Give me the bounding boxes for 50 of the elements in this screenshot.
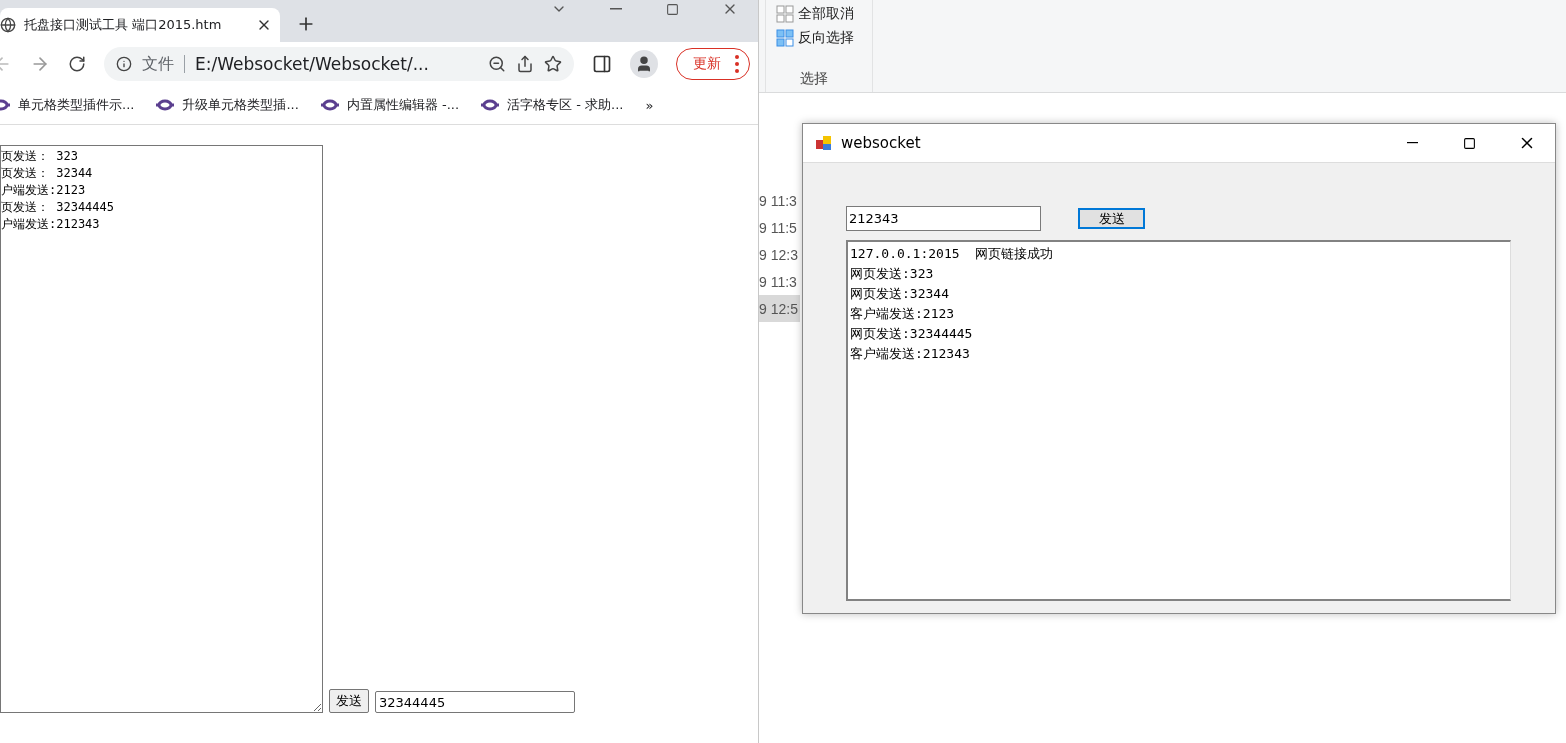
- maximize-icon: [1463, 136, 1476, 150]
- log-textarea[interactable]: 页发送： 323 页发送： 32344 户端发送:2123 页发送： 32344445 户端发送:212343: [0, 145, 323, 713]
- reload-button[interactable]: [68, 55, 86, 73]
- url-text: E:/Websocket/Websocket/...: [195, 54, 430, 74]
- browser-tab[interactable]: 托盘接口测试工具 端口2015.htm: [0, 8, 280, 42]
- window-title: websocket: [841, 134, 921, 152]
- bookmarks-overflow-button[interactable]: »: [645, 97, 654, 113]
- ribbon-group-label: 选择: [799, 70, 829, 88]
- address-bar[interactable]: 文件 E:/Websocket/Websocket/...: [104, 47, 574, 81]
- ribbon-command[interactable]: 全部取消: [776, 2, 872, 26]
- log-line: 网页发送:323: [850, 265, 935, 283]
- side-panel-button[interactable]: [592, 54, 612, 74]
- bookmark-item[interactable]: 内置属性编辑器 -...: [320, 96, 460, 114]
- log-line: 客户端发送:2123: [850, 305, 956, 323]
- log-line: 客户端发送:212343: [850, 345, 971, 363]
- update-button[interactable]: 更新: [676, 48, 750, 80]
- share-icon[interactable]: [516, 55, 534, 73]
- zoom-out-icon[interactable]: [488, 55, 506, 73]
- bookmark-icon: [481, 99, 500, 111]
- grid-icon: [776, 5, 794, 23]
- security-label: 文件: [142, 55, 185, 73]
- bookmark-item[interactable]: 单元格类型插件示...: [0, 96, 135, 114]
- message-input[interactable]: 32344445: [375, 691, 575, 713]
- star-icon[interactable]: [544, 55, 562, 73]
- grid-icon: [776, 29, 794, 47]
- log-line: 127.0.0.1:2015 网页链接成功: [850, 245, 1055, 263]
- log-line: 网页发送:32344: [850, 285, 950, 303]
- info-icon: [116, 56, 132, 72]
- minimize-icon: [609, 8, 622, 10]
- message-input[interactable]: 212343: [846, 206, 1041, 231]
- file-modified-date[interactable]: 9 11:5: [759, 214, 799, 241]
- file-modified-date[interactable]: 9 12:5: [759, 295, 800, 322]
- profile-button[interactable]: [630, 50, 658, 78]
- log-line: 网页发送:32344445: [850, 325, 974, 343]
- person-icon: [635, 55, 653, 73]
- bookmark-icon: [320, 99, 339, 111]
- bookmark-item[interactable]: 活字格专区 - 求助...: [481, 96, 624, 114]
- maximize-icon: [666, 2, 679, 16]
- minimize-icon: [1407, 142, 1418, 144]
- file-modified-date[interactable]: 9 12:3: [759, 241, 800, 268]
- send-button[interactable]: 发送: [1078, 208, 1145, 229]
- app-icon: [815, 134, 833, 152]
- more-icon: [735, 55, 739, 73]
- ribbon-command[interactable]: 反向选择: [776, 26, 872, 50]
- file-modified-date[interactable]: 9 11:3: [759, 268, 799, 295]
- bookmark-icon: [156, 99, 175, 111]
- send-button[interactable]: 发送: [329, 689, 369, 713]
- bookmark-item[interactable]: 升级单元格类型插...: [156, 96, 299, 114]
- globe-icon: [0, 17, 16, 33]
- file-modified-date[interactable]: 9 11:3: [759, 187, 799, 214]
